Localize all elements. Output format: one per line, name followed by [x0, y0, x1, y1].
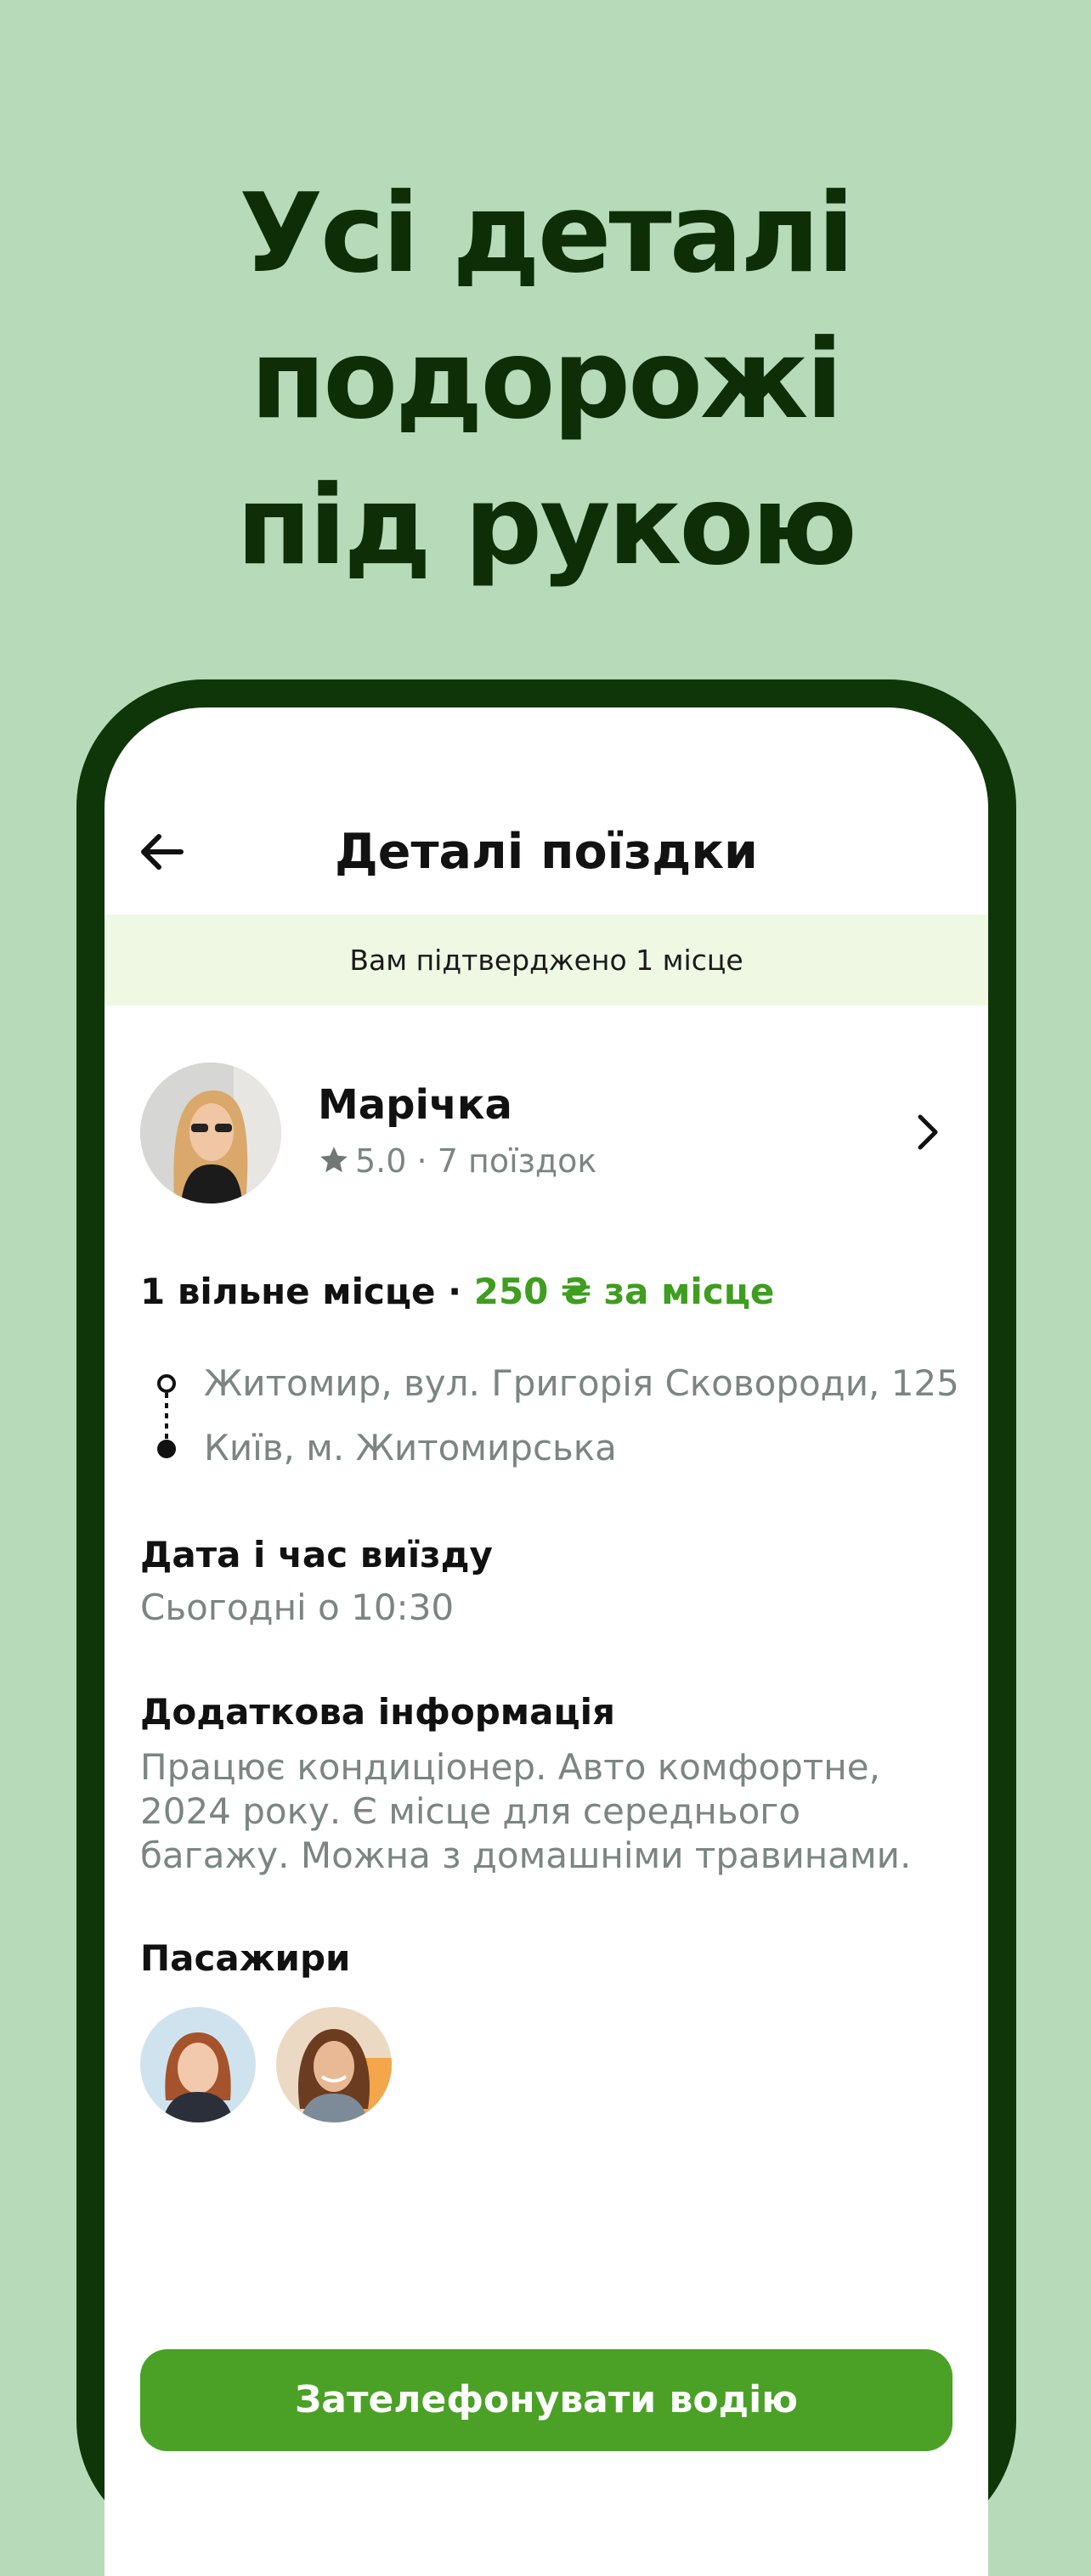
info-title: Додаткова інформація [140, 1691, 615, 1733]
headline: Усі деталі подорожі під рукою [0, 161, 1091, 600]
top-bar: Деталі поїздки [105, 707, 988, 915]
seat-price: 250 ₴ за місце [473, 1271, 775, 1312]
seats-separator: · [435, 1271, 474, 1312]
seats-price-line: 1 вільне місце · 250 ₴ за місце [140, 1268, 774, 1316]
headline-line-1: Усі деталі [239, 171, 854, 297]
driver-rating: 5.0 [355, 1142, 407, 1180]
star-icon [320, 1147, 348, 1173]
departure-value: Сьогодні о 10:30 [140, 1587, 455, 1628]
screen-title: Деталі поїздки [335, 824, 758, 880]
driver-trips: 7 поїздок [437, 1142, 597, 1180]
call-driver-button[interactable]: Зателефонувати водію [140, 2349, 953, 2451]
driver-avatar [140, 1063, 281, 1203]
passengers-list [140, 2007, 480, 2126]
route-to: Київ, м. Житомирська [204, 1427, 617, 1468]
route-line-icon [157, 1374, 176, 1458]
driver-profile-row[interactable]: Марічка 5.0 · 7 поїздок [105, 1063, 988, 1207]
route-from: Житомир, вул. Григорія Сковороди, 125 [204, 1362, 959, 1404]
route: Житомир, вул. Григорія Сковороди, 125 Ки… [140, 1361, 981, 1497]
seats-available: 1 вільне місце [140, 1271, 436, 1312]
driver-name: Марічка [318, 1081, 512, 1129]
passengers-title: Пасажири [140, 1937, 351, 1979]
headline-line-3: під рукою [236, 463, 857, 589]
passenger-avatar[interactable] [140, 2007, 256, 2122]
chevron-right-icon [918, 1114, 938, 1150]
departure-title: Дата і час виїзду [140, 1534, 493, 1575]
confirmation-banner: Вам підтверджено 1 місце [105, 915, 988, 1006]
headline-line-2: подорожі [250, 317, 844, 443]
driver-meta: 5.0 · 7 поїздок [318, 1141, 596, 1181]
meta-separator: · [416, 1142, 427, 1180]
info-body: Працює кондиціонер. Авто комфортне, 2024… [140, 1746, 912, 1876]
passenger-avatar[interactable] [276, 2007, 392, 2122]
phone-screen: Деталі поїздки Вам підтверджено 1 місце … [105, 707, 988, 2576]
